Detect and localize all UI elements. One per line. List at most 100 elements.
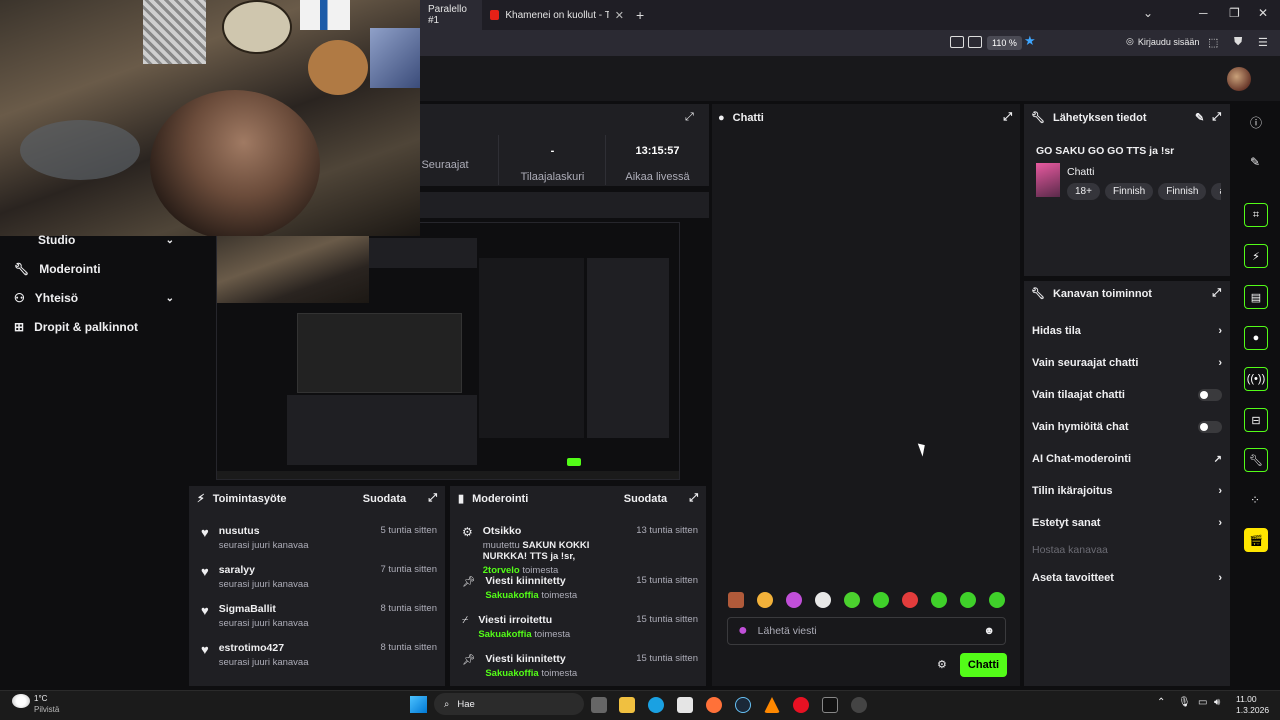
windows-start-icon[interactable] xyxy=(410,696,427,713)
tab-khamenei[interactable]: Khamenei on kuollut - Tämä tie ✕ xyxy=(482,0,632,30)
action-slow-mode[interactable]: Hidas tila › xyxy=(1032,325,1222,337)
action-age-restriction[interactable]: Tilin ikärajoitus › xyxy=(1032,485,1222,497)
user-name[interactable]: SigmaBallit xyxy=(219,603,371,615)
chat-bubble-icon[interactable]: ● xyxy=(1244,326,1268,350)
emote-only-toggle[interactable] xyxy=(1198,421,1222,433)
user-name[interactable]: saralyy xyxy=(219,564,371,576)
edit-pencil-icon[interactable]: ✎ xyxy=(1195,111,1204,124)
list-item: 📌︎ Viesti kiinnitetty Sakuakoffia toimest… xyxy=(462,575,698,601)
emote-icon[interactable] xyxy=(873,592,889,608)
task-view-icon[interactable] xyxy=(591,697,607,713)
action-blocked-words[interactable]: Estetyt sanat › xyxy=(1032,517,1222,529)
shield-icon[interactable]: ⛊ xyxy=(1234,36,1242,49)
mod-user[interactable]: Sakuakoffia xyxy=(478,629,531,640)
extensions-icon[interactable]: ⬚ xyxy=(1208,36,1218,49)
event-time: 15 tuntia sitten xyxy=(636,575,698,586)
broadcast-icon[interactable]: ((•)) xyxy=(1244,367,1268,391)
filter-button[interactable]: Suodata xyxy=(363,493,406,505)
emoji-icon[interactable]: ☻ xyxy=(983,625,995,637)
edit-pencil-icon[interactable]: ✎ xyxy=(1250,155,1260,169)
filter-button[interactable]: Suodata xyxy=(624,493,667,505)
channel-actions-panel xyxy=(1024,281,1230,686)
terminal-icon[interactable] xyxy=(822,697,838,713)
emote-icon[interactable] xyxy=(960,592,976,608)
action-ai-moderation[interactable]: AI Chat-moderointi ↗ xyxy=(1032,453,1222,465)
reader-view-icon[interactable] xyxy=(968,36,982,48)
user-name[interactable]: estrotimo427 xyxy=(219,642,371,654)
chat-bubble-icon: ● xyxy=(718,111,725,124)
picture-in-picture-icon[interactable] xyxy=(950,36,964,48)
emote-icon[interactable] xyxy=(728,592,744,608)
maximize-button[interactable]: ❐ xyxy=(1229,6,1240,20)
sidebar-item-drops[interactable]: ⊞ Dropit & palkinnot xyxy=(14,320,174,334)
sidebar-item-moderation[interactable]: 🔧︎ Moderointi xyxy=(14,262,174,276)
list-item: ♥ SigmaBallit seurasi juuri kanavaa 8 tun… xyxy=(201,603,437,629)
microphone-icon[interactable]: 🎙︎ xyxy=(1178,697,1191,708)
tab-paralello[interactable]: Paralello #1 xyxy=(420,0,482,30)
emote-icon[interactable] xyxy=(931,592,947,608)
expand-icon[interactable]: ⤢ xyxy=(1212,287,1221,300)
store-icon[interactable] xyxy=(677,697,693,713)
chat-settings-icon[interactable]: ⚙ xyxy=(937,658,947,671)
emote-icon[interactable] xyxy=(844,592,860,608)
clock-time[interactable]: 11.00 xyxy=(1236,694,1257,704)
edge-icon[interactable] xyxy=(648,697,664,713)
sidebar-item-label: Yhteisö xyxy=(34,291,79,305)
bookmark-star-icon[interactable]: ★ xyxy=(1024,33,1036,49)
mod-user[interactable]: Sakuakoffia xyxy=(485,668,538,679)
emote-icon[interactable] xyxy=(815,592,831,608)
expand-icon[interactable]: ⤢ xyxy=(1212,111,1221,124)
expand-icon[interactable]: ⤢ xyxy=(689,492,698,505)
action-followers-only[interactable]: Vain seuraajat chatti › xyxy=(1032,357,1222,369)
emote-icon[interactable] xyxy=(989,592,1005,608)
emote-icon[interactable] xyxy=(757,592,773,608)
volume-icon[interactable]: 🔊︎ xyxy=(1214,697,1220,708)
wrench-icon[interactable]: 🔧︎ xyxy=(1244,448,1268,472)
avatar[interactable] xyxy=(1227,67,1251,91)
screenshot-icon[interactable]: ⌗ xyxy=(1244,203,1268,227)
close-tab-icon[interactable]: ✕ xyxy=(615,9,624,22)
panel-title: Lähetyksen tiedot xyxy=(1052,111,1147,124)
minimize-button[interactable]: ─ xyxy=(1199,6,1208,20)
signin-button[interactable]: ◎ Kirjaudu sisään xyxy=(1126,36,1199,47)
notes-icon[interactable]: ▤ xyxy=(1244,285,1268,309)
stream-category[interactable]: Chatti xyxy=(1067,166,1094,178)
layout-icon[interactable]: ⊟ xyxy=(1244,408,1268,432)
expand-icon[interactable]: ⤢ xyxy=(428,492,437,505)
tab-list-chevron-icon[interactable]: ⌄ xyxy=(1143,6,1153,20)
zoom-level[interactable]: 110 % xyxy=(987,36,1022,50)
mod-user[interactable]: Sakuakoffia xyxy=(485,590,538,601)
info-icon[interactable]: ⓘ xyxy=(1250,114,1262,131)
microphone-icon[interactable]: ● xyxy=(738,622,748,640)
emote-icon[interactable] xyxy=(902,592,918,608)
clapper-icon[interactable]: 🎬︎ xyxy=(1244,528,1268,552)
network-icon[interactable]: ▭ xyxy=(1198,697,1207,708)
close-window-button[interactable]: ✕ xyxy=(1258,6,1268,20)
taskbar-search[interactable]: ⌕ Hae xyxy=(434,693,584,715)
menu-icon[interactable]: ☰ xyxy=(1258,36,1268,49)
activity-feed-header: ⚡︎ Toimintasyöte Suodata ⤢ xyxy=(197,492,437,505)
action-set-goals[interactable]: Aseta tavoitteet › xyxy=(1032,572,1222,584)
expand-icon[interactable]: ⤢ xyxy=(685,111,694,124)
mod-by-suffix: toimesta xyxy=(541,668,578,679)
sidebar-item-studio[interactable]: Studio ⌄ xyxy=(14,233,174,247)
steam-icon[interactable] xyxy=(735,697,751,713)
chevron-up-icon[interactable]: ⌃ xyxy=(1157,697,1165,708)
firefox-icon[interactable] xyxy=(706,697,722,713)
user-name[interactable]: nusutus xyxy=(219,525,371,537)
weather-temp[interactable]: 1°C xyxy=(34,694,47,703)
chat-input[interactable]: ● Lähetä viesti ☻ xyxy=(727,617,1006,645)
list-item: ♥ estrotimo427 seurasi juuri kanavaa 8 tu… xyxy=(201,642,437,668)
opera-icon[interactable] xyxy=(793,697,809,713)
obs-icon[interactable] xyxy=(851,697,867,713)
chat-send-button[interactable]: Chatti xyxy=(960,653,1007,677)
share-icon[interactable]: ⁘ xyxy=(1250,493,1260,507)
subscribers-only-toggle[interactable] xyxy=(1198,389,1222,401)
bolt-icon[interactable]: ⚡︎ xyxy=(1244,244,1268,268)
sidebar-item-community[interactable]: ⚇ Yhteisö ⌄ xyxy=(14,291,174,305)
file-explorer-icon[interactable] xyxy=(619,697,635,713)
expand-icon[interactable]: ⤢ xyxy=(1003,111,1012,124)
emote-icon[interactable] xyxy=(786,592,802,608)
stream-preview[interactable] xyxy=(216,222,680,480)
new-tab-button[interactable]: + xyxy=(636,7,644,23)
